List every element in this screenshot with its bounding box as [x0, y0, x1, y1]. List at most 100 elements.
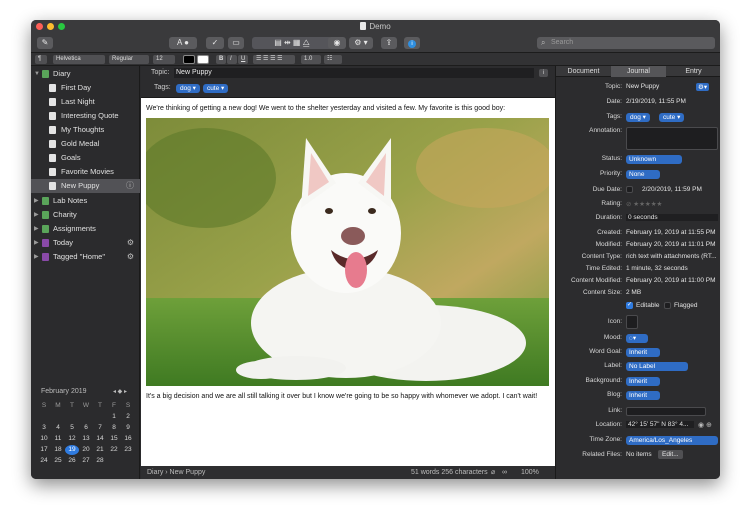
calendar-day[interactable]: 28 — [93, 457, 107, 464]
attachment-icon[interactable]: ⌀ — [491, 466, 495, 479]
gear-icon[interactable]: ⚙ — [127, 250, 134, 264]
calendar-day[interactable]: 14 — [93, 435, 107, 442]
status-popup[interactable]: Unknown — [626, 155, 682, 164]
sidebar-item[interactable]: Gold Medal — [31, 137, 140, 151]
inspector-tag-chip[interactable]: dog ▾ — [626, 113, 650, 122]
calendar-day[interactable]: 22 — [107, 446, 121, 453]
date-value[interactable]: 2/19/2019, 11:55 PM — [626, 98, 686, 105]
entry-paragraph-2[interactable]: It's a big decision and we are all still… — [146, 393, 537, 400]
sidebar-item[interactable]: My Thoughts — [31, 123, 140, 137]
entry-icon-well[interactable] — [626, 315, 638, 329]
underline-button[interactable]: U — [238, 55, 248, 64]
format-group-button[interactable]: ▤ ⇹ ▦ ⧋ — [252, 37, 332, 49]
sidebar-item[interactable]: ▶ Today ⚙ — [31, 236, 140, 250]
calendar-day[interactable]: 13 — [79, 435, 93, 442]
calendar-day[interactable]: 10 — [37, 435, 51, 442]
gear-menu-button[interactable]: ⚙ ▾ — [349, 37, 373, 49]
label-popup[interactable]: No Label — [626, 362, 688, 371]
inspector-tab[interactable]: Entry — [666, 66, 720, 77]
spelling-check-button[interactable]: ✓ — [206, 37, 224, 49]
share-button[interactable]: ⇪ — [381, 37, 397, 49]
calendar-day[interactable]: 12 — [65, 435, 79, 442]
background-popup[interactable]: Inherit — [626, 377, 660, 386]
font-family-popup[interactable]: Helvetica — [53, 55, 105, 64]
calendar-day[interactable]: 17 — [37, 446, 51, 453]
info-button[interactable]: i — [404, 37, 420, 49]
mood-popup[interactable]: ◌▾ — [626, 334, 648, 343]
font-size-popup[interactable]: 12 — [153, 55, 175, 64]
sidebar-item[interactable]: ▼ Diary — [31, 67, 140, 81]
rating-stars[interactable]: ⊘ ★★★★★ — [626, 200, 662, 208]
calendar-day[interactable]: 26 — [65, 457, 79, 464]
calendar-day[interactable]: 5 — [65, 424, 79, 431]
calendar-day[interactable]: 1 — [107, 413, 121, 420]
calendar-day[interactable]: 8 — [107, 424, 121, 431]
sidebar-item[interactable]: ▶ Charity — [31, 208, 140, 222]
tags-field[interactable]: dog ▾ cute ▾ — [176, 84, 231, 93]
disclosure-closed-icon[interactable]: ▶ — [34, 250, 39, 264]
list-style-popup[interactable]: ¶ — [35, 55, 47, 64]
sidebar-item[interactable]: Interesting Quote — [31, 109, 140, 123]
search-input[interactable]: ⌕ Search — [537, 37, 715, 49]
new-entry-button[interactable]: ✎ — [37, 37, 53, 49]
sidebar-item[interactable]: Last Night — [31, 95, 140, 109]
link-field[interactable] — [626, 407, 706, 416]
related-files-edit-button[interactable]: Edit... — [658, 450, 683, 459]
sidebar-item[interactable]: ▶ Lab Notes — [31, 194, 140, 208]
word-goal-popup[interactable]: Inherit — [626, 348, 660, 357]
duration-value[interactable]: 0 seconds — [626, 214, 718, 221]
calendar-day[interactable]: 18 — [51, 446, 65, 453]
calendar-day[interactable]: 2 — [121, 413, 135, 420]
due-date-checkbox[interactable] — [626, 186, 633, 193]
puppy-photo[interactable] — [146, 118, 549, 386]
tag-chip[interactable]: dog ▾ — [176, 84, 200, 93]
highlight-color-well[interactable] — [197, 55, 209, 64]
list-format-popup[interactable]: ☷ — [324, 55, 342, 64]
link-icon[interactable]: ∞ — [502, 466, 507, 479]
blog-popup[interactable]: Inherit — [626, 391, 660, 400]
priority-popup[interactable]: None — [626, 170, 660, 179]
entry-paragraph-1[interactable]: We're thinking of getting a new dog! We … — [146, 105, 505, 112]
sidebar-item[interactable]: New Puppy ⓘ — [31, 179, 140, 193]
due-date-value[interactable]: 2/20/2019, 11:59 PM — [642, 186, 702, 193]
calendar-day[interactable]: 19 — [65, 445, 79, 455]
italic-button[interactable]: I — [227, 55, 237, 64]
comment-button[interactable]: ▭ — [228, 37, 244, 49]
topic-value[interactable]: New Puppy — [626, 83, 659, 90]
bold-button[interactable]: B — [216, 55, 226, 64]
calendar-day[interactable]: 6 — [79, 424, 93, 431]
disclosure-closed-icon[interactable]: ▶ — [34, 208, 39, 222]
calendar-day[interactable]: 15 — [107, 435, 121, 442]
alignment-buttons[interactable]: ☰ ☰ ☰ ☰ — [253, 55, 295, 64]
calendar-day[interactable]: 11 — [51, 435, 65, 442]
tag-chip[interactable]: cute ▾ — [202, 84, 229, 93]
sidebar-item[interactable]: ▶ Tagged "Home" ⚙ — [31, 250, 140, 264]
time-zone-popup[interactable]: America/Los_Angeles — [626, 436, 718, 445]
sidebar-item[interactable]: Favorite Movies — [31, 165, 140, 179]
calendar-day[interactable]: 7 — [93, 424, 107, 431]
inspector-tab[interactable]: Journal — [611, 66, 666, 77]
info-icon[interactable]: ⓘ — [126, 179, 134, 193]
calendar-day[interactable]: 27 — [79, 457, 93, 464]
sidebar-item[interactable]: ▶ Assignments — [31, 222, 140, 236]
annotation-field[interactable] — [626, 127, 718, 150]
calendar-day[interactable]: 21 — [93, 446, 107, 453]
calendar-day[interactable]: 9 — [121, 424, 135, 431]
disclosure-closed-icon[interactable]: ▶ — [34, 222, 39, 236]
topic-field[interactable]: New Puppy — [174, 68, 534, 78]
editable-checkbox[interactable]: ✓ — [626, 302, 633, 309]
line-spacing-popup[interactable]: 1.0 — [301, 55, 321, 64]
disclosure-open-icon[interactable]: ▼ — [34, 67, 40, 81]
calendar-day[interactable]: 25 — [51, 457, 65, 464]
font-style-popup[interactable]: Regular — [109, 55, 149, 64]
calendar-nav[interactable]: ◂ ◆ ▸ — [113, 388, 127, 395]
inspector-tab[interactable]: Document — [556, 66, 611, 77]
sidebar-item[interactable]: First Day — [31, 81, 140, 95]
fonts-button[interactable]: A ● — [169, 37, 197, 49]
calendar-day[interactable]: 3 — [37, 424, 51, 431]
calendar-day[interactable]: 23 — [121, 446, 135, 453]
calendar-day[interactable]: 20 — [79, 446, 93, 453]
inspector-tag-chip[interactable]: cute ▾ — [659, 113, 685, 122]
location-value[interactable]: 42° 15' 57" N 83° 4... — [626, 421, 694, 428]
calendar-day[interactable]: 4 — [51, 424, 65, 431]
